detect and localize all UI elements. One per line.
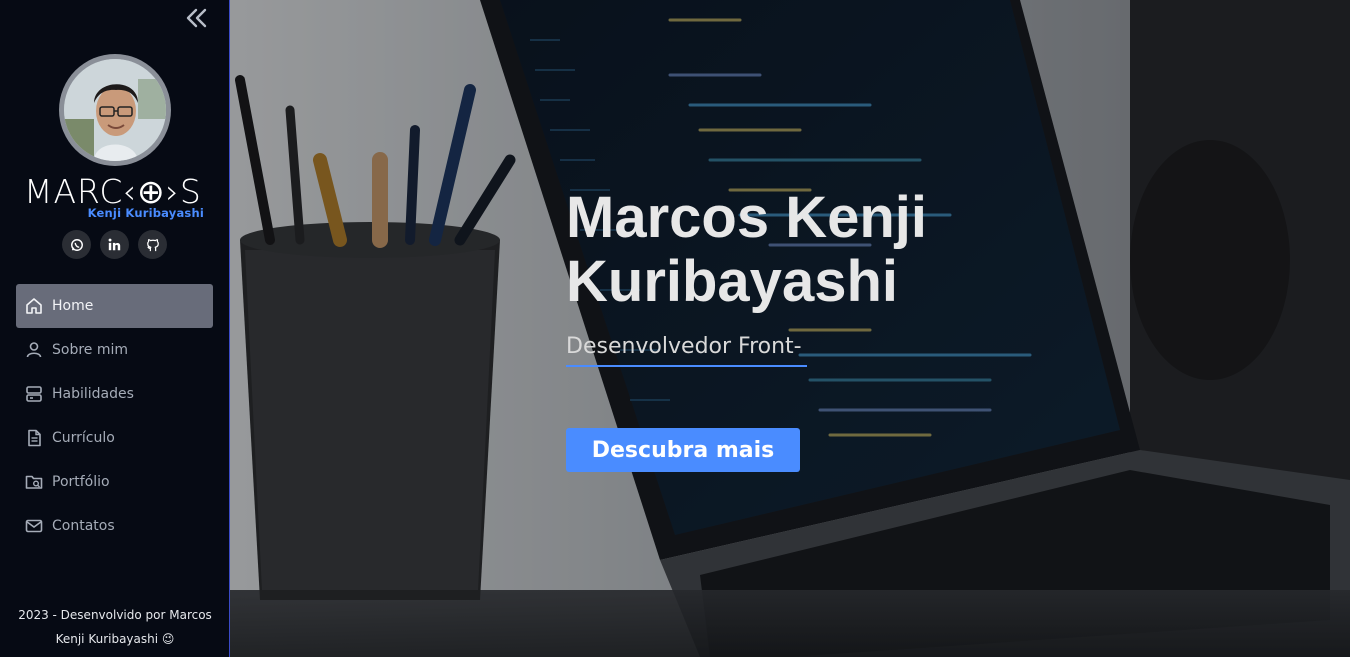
whatsapp-link[interactable] [62, 230, 91, 259]
user-icon [24, 340, 44, 360]
logo: MARC‹⊕›S Kenji Kuribayashi [24, 174, 208, 224]
github-link[interactable] [138, 230, 167, 259]
main-nav: Home Sobre mim Habilidades Currículo Por… [16, 284, 213, 548]
footer-line-1: 2023 - Desenvolvido por Marcos [18, 608, 212, 622]
nav-item-sobre-mim[interactable]: Sobre mim [16, 328, 213, 372]
nav-item-label: Portfólio [52, 474, 110, 490]
collapse-sidebar-button[interactable] [185, 7, 209, 29]
nav-item-label: Contatos [52, 518, 115, 534]
folder-search-icon [24, 472, 44, 492]
hero-background-image [230, 0, 1350, 657]
document-icon [24, 428, 44, 448]
server-icon [24, 384, 44, 404]
hero-section: Marcos Kenji Kuribayashi Desenvolvedor F… [230, 0, 1350, 657]
nav-item-curriculo[interactable]: Currículo [16, 416, 213, 460]
double-chevron-left-icon [186, 8, 207, 28]
avatar [59, 54, 171, 166]
nav-item-home[interactable]: Home [16, 284, 213, 328]
nav-item-label: Sobre mim [52, 342, 129, 358]
discover-more-button[interactable]: Descubra mais [566, 428, 800, 472]
nav-item-portfolio[interactable]: Portfólio [16, 460, 213, 504]
whatsapp-icon [70, 238, 83, 251]
linkedin-icon [108, 238, 121, 251]
hero-subtitle: Desenvolvedor Front- [566, 334, 807, 367]
nav-item-label: Home [52, 298, 94, 314]
footer-line-2: Kenji Kuribayashi 😉 [55, 632, 175, 646]
mail-icon [24, 516, 44, 536]
logo-subtitle: Kenji Kuribayashi [87, 206, 204, 220]
nav-item-label: Habilidades [52, 386, 134, 402]
logo-main-text: MARC‹⊕›S [24, 172, 202, 211]
social-links [62, 230, 167, 259]
footer: 2023 - Desenvolvido por Marcos Kenji Kur… [0, 603, 230, 651]
nav-item-contatos[interactable]: Contatos [16, 504, 213, 548]
nav-item-habilidades[interactable]: Habilidades [16, 372, 213, 416]
home-icon [24, 296, 44, 316]
hero-title: Marcos Kenji Kuribayashi [566, 185, 927, 314]
linkedin-link[interactable] [100, 230, 129, 259]
sidebar: MARC‹⊕›S Kenji Kuribayashi Home Sobre mi… [0, 0, 230, 657]
github-icon [146, 238, 159, 251]
nav-item-label: Currículo [52, 430, 115, 446]
